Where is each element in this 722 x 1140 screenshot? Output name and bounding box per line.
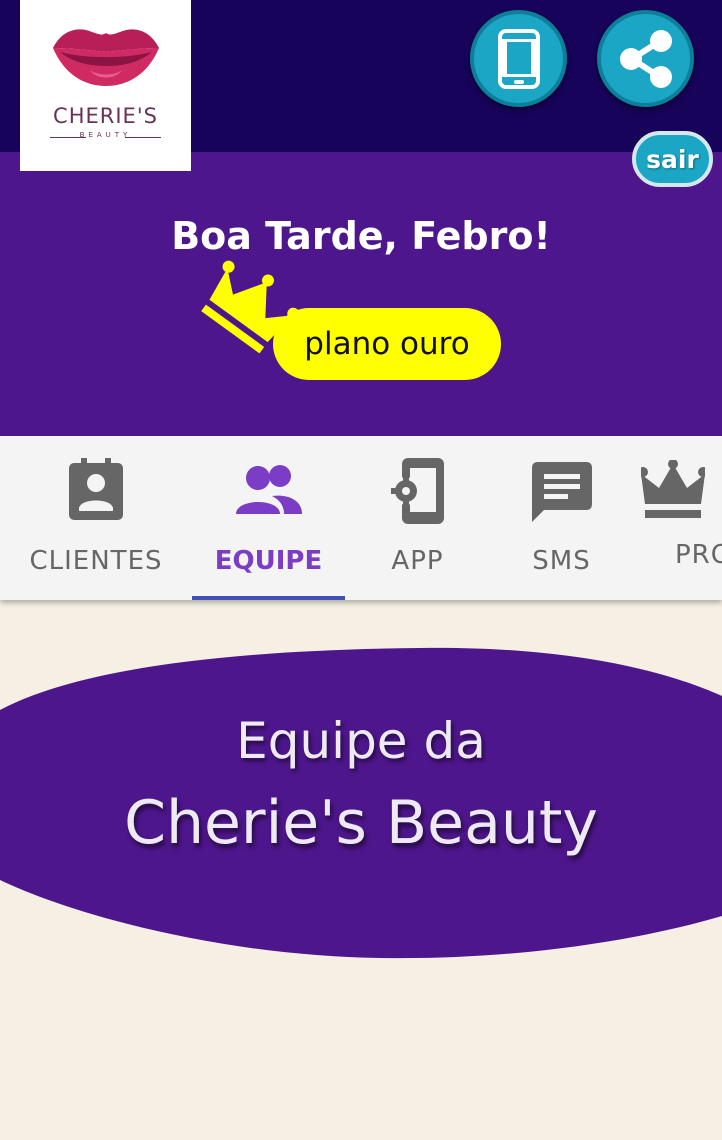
tab-clientes[interactable]: CLIENTES [0, 436, 192, 600]
message-icon [531, 462, 592, 522]
phone-settings-icon [390, 458, 444, 524]
smartphone-icon [497, 28, 540, 89]
tab-label: PRO [675, 540, 722, 570]
hero-title-line1: Equipe da [236, 712, 486, 770]
tab-label: APP [391, 546, 444, 576]
active-tab-indicator [192, 596, 345, 600]
brand-subtitle: BEAUTY [79, 131, 132, 139]
tab-equipe[interactable]: EQUIPE [192, 436, 345, 600]
people-icon [235, 465, 302, 514]
tab-bar: CLIENTES EQUIPE APP SMS PRO [0, 436, 722, 600]
tab-label: CLIENTES [29, 546, 163, 576]
share-icon [619, 29, 672, 88]
tab-app[interactable]: APP [345, 436, 490, 600]
lips-logo-icon [53, 29, 159, 86]
brand-name: CHERIE'S [53, 104, 158, 128]
tab-sms[interactable]: SMS [490, 436, 633, 600]
greeting-banner [0, 152, 722, 436]
tab-pro[interactable]: PRO [633, 436, 722, 600]
crown-icon [641, 460, 705, 518]
tab-label: EQUIPE [214, 546, 323, 576]
phone-button[interactable] [470, 10, 567, 107]
contact-card-icon [69, 458, 123, 520]
plan-badge: plano ouro [273, 308, 501, 380]
tab-label: SMS [532, 546, 591, 576]
greeting-text: Boa Tarde, Febro! [171, 214, 551, 258]
hero-title-line2: Cherie's Beauty [124, 788, 598, 858]
logout-button[interactable]: sair [632, 131, 713, 187]
brand-logo: CHERIE'S BEAUTY [20, 0, 191, 171]
share-button[interactable] [597, 10, 694, 107]
